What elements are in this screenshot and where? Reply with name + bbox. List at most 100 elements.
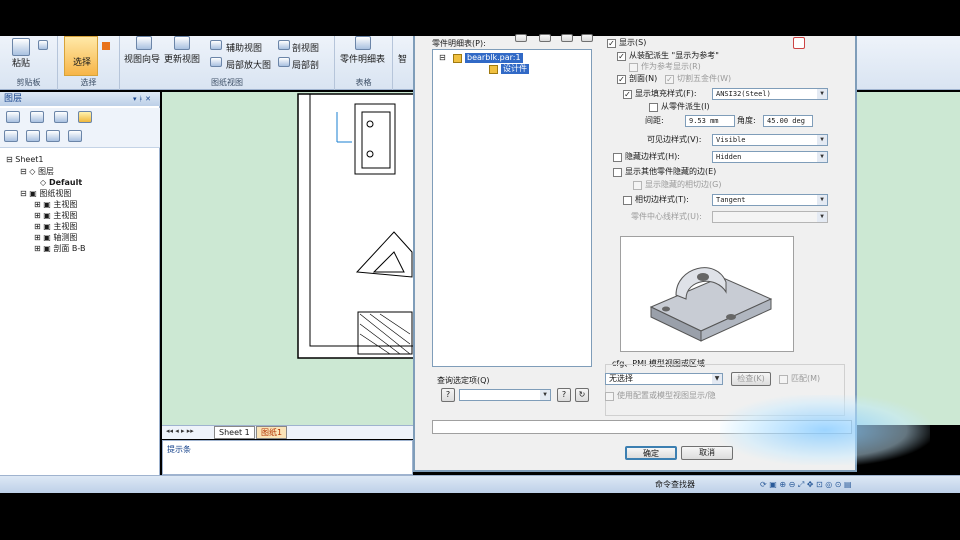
layer-tool-icon-1[interactable] [6,111,20,123]
top-black-band [0,0,960,36]
query-help-button-2[interactable]: ? [557,388,571,402]
tree-item-view-1[interactable]: ⊞ ▣ 主视图 [34,199,77,210]
layer-tool-icon-2[interactable] [30,111,44,123]
drawing-views-group: 视图向导 更新视图 辅助视图 剖视图 局部放大图 局部剖 图纸视图 [120,36,335,90]
visible-edge-select[interactable]: Visible ▼ [712,134,828,146]
tab-sheet2[interactable]: 图纸1 [256,426,288,439]
select-button[interactable]: 选择 [64,36,98,76]
chevron-down-icon: ▼ [817,135,827,145]
layer-tool-icon-4[interactable] [78,111,92,123]
expand-icon[interactable]: ⊟ ▣ [20,189,39,198]
derive-from-part-checkbox[interactable] [649,103,658,112]
query-label: 查询选定项(Q) [437,376,490,385]
smart-button[interactable]: 智 [398,52,407,65]
angle-input[interactable]: 45.00 deg [763,115,813,127]
partial-section-button[interactable]: 局部剖 [292,58,319,71]
expand-icon[interactable]: ⊟ [6,155,15,164]
update-views-button[interactable]: 更新视图 [164,52,200,65]
select-label: 选择 [73,58,92,68]
tree-item-section[interactable]: ⊞ ▣ 剖面 B-B [34,243,85,254]
tree-item-view-2[interactable]: ⊞ ▣ 主视图 [34,210,77,221]
query-select[interactable]: ▼ [459,389,551,401]
tangent-edge-value: Tangent [716,196,746,204]
detail-view-icon [210,57,222,67]
hidden-edge-select[interactable]: Hidden ▼ [712,151,828,163]
drawing-sheet [297,93,414,359]
tree-item-sheet1[interactable]: ⊟ Sheet1 [6,154,43,165]
parts-tree[interactable]: ⊟ bearblk.par:1 设计件 [432,49,592,367]
cfg-select[interactable]: 无选择 ▼ [605,373,723,385]
tree-item-drawing-views[interactable]: ⊟ ▣ 图纸视图 [20,188,71,199]
layer-tool-icon-6[interactable] [26,130,40,142]
show-hidden-tangent-label: 显示隐藏的相切边(G) [645,180,722,189]
view-icon: ⊞ ▣ [34,244,54,253]
as-ref-checkbox [629,63,638,72]
reset-icon[interactable] [793,37,805,49]
chevron-down-icon: ▼ [817,212,827,222]
bottom-black-band [0,493,960,540]
select-group: 选择 选择 [58,36,120,90]
show-checkbox[interactable]: ✓ [607,39,616,48]
view-wizard-button[interactable]: 视图向导 [124,52,160,65]
dialog-tool-btn-2[interactable] [539,34,551,42]
fill-style-select[interactable]: ANSI32(Steel) ▼ [712,88,828,100]
match-checkbox [779,375,788,384]
cut-hardware-checkbox: ✓ [665,75,674,84]
tree-child-item[interactable]: 设计件 [501,64,529,74]
paste-button[interactable]: 粘贴 [12,56,30,69]
copy-icon[interactable] [38,40,48,50]
tree-item-label: 主视图 [53,222,78,231]
command-finder[interactable]: 命令查找器 [655,479,695,490]
query-refresh-button[interactable]: ↻ [575,388,589,402]
aux-view-icon [210,40,222,50]
derive-as-ref-checkbox[interactable]: ✓ [617,52,626,61]
paste-icon [12,38,30,56]
tree-collapse-icon[interactable]: ⊟ [439,53,446,62]
show-fill-checkbox[interactable]: ✓ [623,90,632,99]
query-help-button[interactable]: ? [441,388,455,402]
section-view-button[interactable]: 剖视图 [292,41,319,54]
dialog-tool-btn-3[interactable] [561,34,573,42]
section-checkbox[interactable]: ✓ [617,75,626,84]
check-button[interactable]: 检查(K) [731,372,771,386]
tree-root-item[interactable]: bearblk.par:1 [465,53,523,63]
tree-item-view-3[interactable]: ⊞ ▣ 主视图 [34,221,77,232]
parts-list-button[interactable]: 零件明细表 [340,52,385,65]
tangent-edge-checkbox[interactable] [623,196,632,205]
use-config-label: 使用配置或模型视图显示/隐 [617,391,716,400]
visible-edge-value: Visible [716,136,746,144]
ok-button[interactable]: 确定 [625,446,677,460]
tree-item-label: 主视图 [53,200,78,209]
tangent-edge-select[interactable]: Tangent ▼ [712,194,828,206]
select-dropdown-icon[interactable] [102,42,110,50]
prompt-bar-title: 提示条 [167,445,191,454]
expand-icon[interactable]: ⊟ ◇ [20,167,38,176]
tab-sheet1[interactable]: Sheet 1 [214,426,255,439]
layer-tool-icon-3[interactable] [54,111,68,123]
clipboard-group-label: 剪贴板 [16,78,41,87]
status-tool-icons[interactable]: ⟳ ▣ ⊕ ⊖ ⤢ ✥ ⊡ ◎ ⊙ ▤ [760,480,852,490]
layers-panel: 图层 ▾ ᚼ ✕ ⊟ Sheet1 ⊟ ◇ 图层 ◇ Default ⊟ ▣ 图… [0,92,160,475]
layer-tool-icon-8[interactable] [68,130,82,142]
view-icon: ⊞ ▣ [34,200,54,209]
tree-item-iso[interactable]: ⊞ ▣ 轴测图 [34,232,77,243]
layer-tool-icon-5[interactable] [4,130,18,142]
detail-view-button[interactable]: 局部放大图 [226,58,271,71]
hidden-edge-checkbox[interactable] [613,153,622,162]
sheet-nav-arrows[interactable]: ◂◂ ◂ ▸ ▸▸ [166,427,194,435]
panel-pin-icon[interactable]: ▾ ᚼ ✕ [133,95,155,103]
show-other-hidden-label: 显示其他零件隐藏的边(E) [625,167,717,176]
show-other-hidden-checkbox[interactable] [613,168,622,177]
tree-item-default[interactable]: ◇ Default [40,177,82,188]
dialog-tool-btn-1[interactable] [515,34,527,42]
tree-item-layers[interactable]: ⊟ ◇ 图层 [20,166,54,177]
use-config-checkbox [605,392,614,401]
match-label: 匹配(M) [791,374,821,383]
dialog-tool-btn-4[interactable] [581,34,593,42]
table-group: 零件明细表 表格 [335,36,393,90]
layer-tool-icon-7[interactable] [46,130,60,142]
spacing-input[interactable]: 9.53 mm [685,115,735,127]
aux-view-button[interactable]: 辅助视图 [226,41,262,54]
layer-icon: ◇ [40,178,49,187]
chevron-down-icon: ▼ [712,374,722,384]
